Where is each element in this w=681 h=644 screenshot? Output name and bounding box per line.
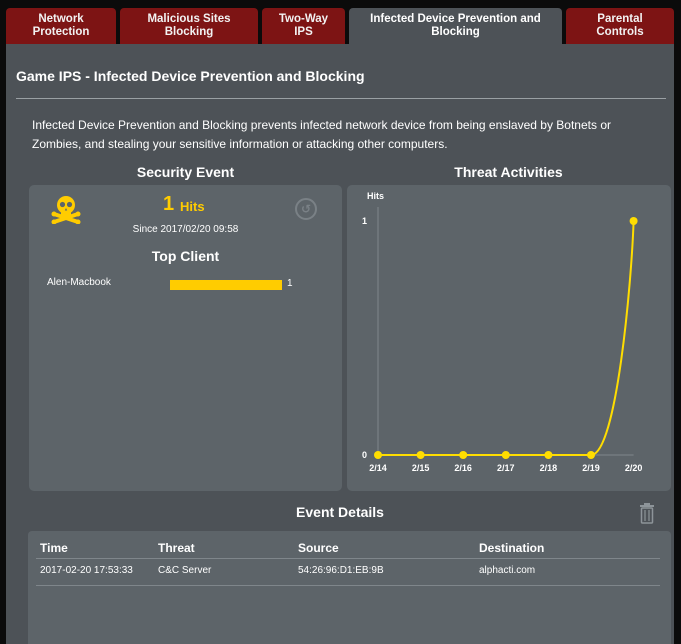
page-title: Game IPS - Infected Device Prevention an…: [16, 68, 365, 84]
event-details-heading: Event Details: [296, 504, 384, 520]
data-point: [544, 451, 553, 459]
tab-malicious-sites-blocking[interactable]: Malicious Sites Blocking: [120, 8, 258, 44]
y-tick-label: 1: [362, 216, 367, 226]
x-tick-label: 2/17: [497, 463, 515, 473]
table-cell-time: 2017-02-20 17:53:33: [40, 565, 133, 576]
tab-label: Infected Device Prevention and Blocking: [370, 13, 541, 38]
column-header-destination[interactable]: Destination: [479, 541, 544, 555]
table-cell-threat: C&C Server: [158, 565, 212, 576]
tab-label: Two-Way IPS: [278, 13, 329, 38]
client-count: 1: [287, 278, 293, 289]
tab-bar: Network Protection Malicious Sites Block…: [0, 0, 681, 44]
main-panel: Game IPS - Infected Device Prevention an…: [6, 44, 674, 644]
tab-label: Network Protection: [32, 13, 90, 38]
data-point: [459, 451, 468, 459]
hits-label: Hits: [180, 199, 205, 214]
event-details-table: Time Threat Source Destination 2017-02-2…: [28, 531, 671, 644]
tab-parental-controls[interactable]: Parental Controls: [566, 8, 674, 44]
hits-count: 1: [163, 193, 175, 215]
x-tick-label: 2/19: [582, 463, 600, 473]
x-tick-label: 2/20: [625, 463, 643, 473]
trash-icon[interactable]: [639, 502, 655, 524]
table-cell-source: 54:26:96:D1:EB:9B: [298, 565, 384, 576]
x-tick-label: 2/14: [369, 463, 387, 473]
tab-label: Malicious Sites Blocking: [147, 13, 231, 38]
series-line: [378, 220, 635, 456]
data-point: [374, 451, 382, 459]
data-point: [416, 451, 425, 459]
data-point: [587, 451, 595, 459]
tab-label: Parental Controls: [596, 13, 644, 38]
column-header-time[interactable]: Time: [40, 541, 68, 555]
tab-network-protection[interactable]: Network Protection: [6, 8, 116, 44]
header-divider: [36, 558, 660, 559]
x-tick-label: 2/18: [540, 463, 558, 473]
top-client-title: Top Client: [151, 248, 220, 264]
column-header-source[interactable]: Source: [298, 541, 339, 555]
tab-infected-device-prevention[interactable]: Infected Device Prevention and Blocking: [349, 8, 562, 44]
y-axis-label: Hits: [367, 191, 384, 201]
x-tick-label: 2/15: [412, 463, 430, 473]
skull-icon: [51, 196, 81, 224]
tab-two-way-ips[interactable]: Two-Way IPS: [262, 8, 345, 44]
page-description: Infected Device Prevention and Blocking …: [32, 118, 611, 151]
title-divider: [16, 98, 666, 99]
since-timestamp: Since 2017/02/20 09:58: [132, 224, 239, 235]
x-tick-label: 2/16: [454, 463, 472, 473]
row-divider: [36, 585, 660, 586]
data-point: [629, 217, 638, 225]
column-header-threat[interactable]: Threat: [158, 541, 195, 555]
table-cell-destination: alphacti.com: [479, 565, 536, 576]
data-point: [501, 451, 510, 459]
security-event-card: 1 Hits Since 2017/02/20 09:58 ↺ Top Clie…: [29, 185, 342, 491]
threat-chart: Hits 0 1 2/14 2/15 2/16 2/17 2/18 2/19 2/20: [362, 191, 643, 473]
threat-activities-card: Hits 0 1 2/14 2/15 2/16 2/17 2/18 2/19 2/20: [347, 185, 671, 491]
client-hit-bar: [170, 280, 282, 290]
security-event-heading: Security Event: [136, 164, 235, 180]
threat-activities-heading: Threat Activities: [454, 164, 563, 180]
reset-icon[interactable]: ↺: [295, 198, 317, 220]
y-tick-label: 0: [362, 450, 367, 460]
client-name: Alen-Macbook: [47, 277, 111, 288]
